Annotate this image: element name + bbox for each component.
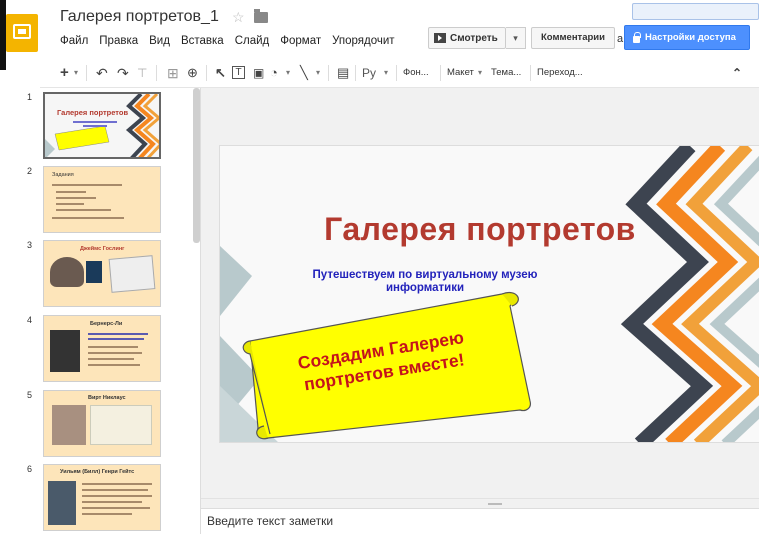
lock-icon (633, 31, 641, 43)
new-slide-plus-icon[interactable]: + (60, 64, 69, 82)
folder-icon[interactable] (254, 9, 268, 23)
undo-icon[interactable]: ↶ (96, 64, 108, 82)
current-slide[interactable]: Галерея портретов Путешествуем по виртуа… (219, 145, 759, 443)
slides-logo-icon (13, 24, 31, 39)
font-picker[interactable]: Ру (362, 64, 376, 82)
present-icon (434, 33, 446, 43)
background-button[interactable]: Фон... (403, 64, 429, 82)
menu-format[interactable]: Формат (280, 35, 321, 47)
slides-logo[interactable] (6, 14, 38, 52)
line-icon[interactable]: ╲ (300, 64, 308, 82)
line-dropdown-icon[interactable]: ▾ (316, 64, 320, 82)
menu-view[interactable]: Вид (149, 35, 170, 47)
star-icon[interactable]: ☆ (232, 9, 245, 26)
fit-icon[interactable]: ⊞ (167, 64, 179, 82)
slide-thumbnail-5[interactable]: Вирт Никлаус (43, 390, 161, 457)
menu-file[interactable]: Файл (60, 35, 88, 47)
slide-thumbnail-6[interactable]: Уильям (Билл) Генри Гейтс (43, 464, 161, 531)
document-title[interactable]: Галерея портретов_1 (60, 8, 219, 26)
redo-icon[interactable]: ↷ (117, 64, 129, 82)
transition-button[interactable]: Переход... (537, 64, 583, 82)
slide-number: 5 (27, 390, 33, 400)
font-dropdown-icon[interactable]: ▾ (384, 64, 388, 82)
image-icon[interactable]: ▣ (253, 64, 264, 82)
menu-slide[interactable]: Слайд (235, 35, 270, 47)
comment-icon[interactable]: ▤ (337, 64, 349, 82)
thumb-title: Уильям (Билл) Генри Гейтс (60, 469, 135, 475)
theme-button[interactable]: Тема... (491, 64, 521, 82)
portrait-photo (50, 257, 84, 287)
truncated-glyph: а (617, 33, 624, 45)
slide-number: 3 (27, 240, 33, 250)
slide-number: 6 (27, 464, 33, 474)
portrait-photo (52, 405, 86, 445)
menu-edit[interactable]: Правка (99, 35, 138, 47)
speaker-notes-placeholder[interactable]: Введите текст заметки (207, 514, 333, 528)
layout-button[interactable]: Макет (447, 64, 474, 82)
select-cursor-icon[interactable]: ↖ (215, 64, 226, 82)
share-button[interactable]: Настройки доступа (624, 25, 750, 50)
thumb-1-art (45, 94, 159, 157)
portrait-photo (48, 481, 76, 525)
present-dropdown-button[interactable]: ▾ (506, 27, 526, 49)
slide-title[interactable]: Галерея портретов (270, 211, 690, 248)
paint-format-icon[interactable]: ⊤ (137, 64, 147, 82)
shape-dropdown-icon[interactable]: ▾ (286, 64, 290, 82)
thumb-title: Галерея портретов (57, 108, 129, 117)
notification-banner (632, 3, 759, 20)
comments-button[interactable]: Комментарии (531, 27, 615, 49)
slide-subtitle[interactable]: Путешествуем по виртуальному музею инфор… (280, 269, 570, 295)
thumb-title: Джеймс Гослинг (80, 246, 125, 252)
zoom-icon[interactable]: ⊕ (187, 64, 198, 82)
subtitle-line-2: информатики (385, 282, 465, 294)
slide-thumbnail-4[interactable]: Бернерс-Ли (43, 315, 161, 382)
slide-thumbnail-2[interactable]: Задания (43, 166, 161, 233)
shape-icon[interactable]: ◔ (270, 64, 278, 82)
thumb-title: Задания (52, 172, 74, 178)
present-button[interactable]: Смотреть (428, 27, 506, 49)
notes-resize-bar[interactable] (201, 498, 759, 508)
thumb-title: Вирт Никлаус (88, 395, 126, 401)
slide-thumbnail-1[interactable]: Галерея портретов (43, 92, 161, 159)
present-label: Смотреть (450, 32, 498, 44)
collapse-chevron-icon[interactable]: ⌃ (732, 64, 742, 82)
thumb-title: Бернерс-Ли (90, 321, 123, 327)
menu-bar: Файл Правка Вид Вставка Слайд Формат Упо… (60, 35, 406, 47)
slide-number: 1 (27, 92, 33, 102)
new-slide-dropdown-icon[interactable]: ▾ (74, 64, 78, 82)
note-card (90, 405, 152, 445)
slide-number: 4 (27, 315, 33, 325)
slide-thumbnail-3[interactable]: Джеймс Гослинг (43, 240, 161, 307)
toolbar: + ▾ ↶ ↷ ⊤ ⊞ ⊕ ↖ T ▣ ◔ ▾ ╲ ▾ ▤ Ру ▾ Фон..… (40, 57, 759, 88)
menu-arrange[interactable]: Упорядочит (332, 35, 394, 47)
note-card (108, 255, 156, 293)
portrait-photo (50, 330, 80, 372)
slides-editor-window: Галерея портретов_1 ☆ Файл Правка Вид Вс… (0, 0, 759, 534)
menu-insert[interactable]: Вставка (181, 35, 224, 47)
layout-dropdown-icon[interactable]: ▾ (478, 64, 482, 82)
subtitle-line-1: Путешествуем по виртуальному музею (312, 269, 538, 281)
filmstrip-scrollbar[interactable] (193, 88, 200, 243)
share-label: Настройки доступа (645, 32, 736, 43)
resize-handle-icon[interactable] (488, 503, 502, 505)
java-logo (86, 261, 102, 283)
textbox-icon[interactable]: T (232, 66, 245, 79)
slide-number: 2 (27, 166, 33, 176)
